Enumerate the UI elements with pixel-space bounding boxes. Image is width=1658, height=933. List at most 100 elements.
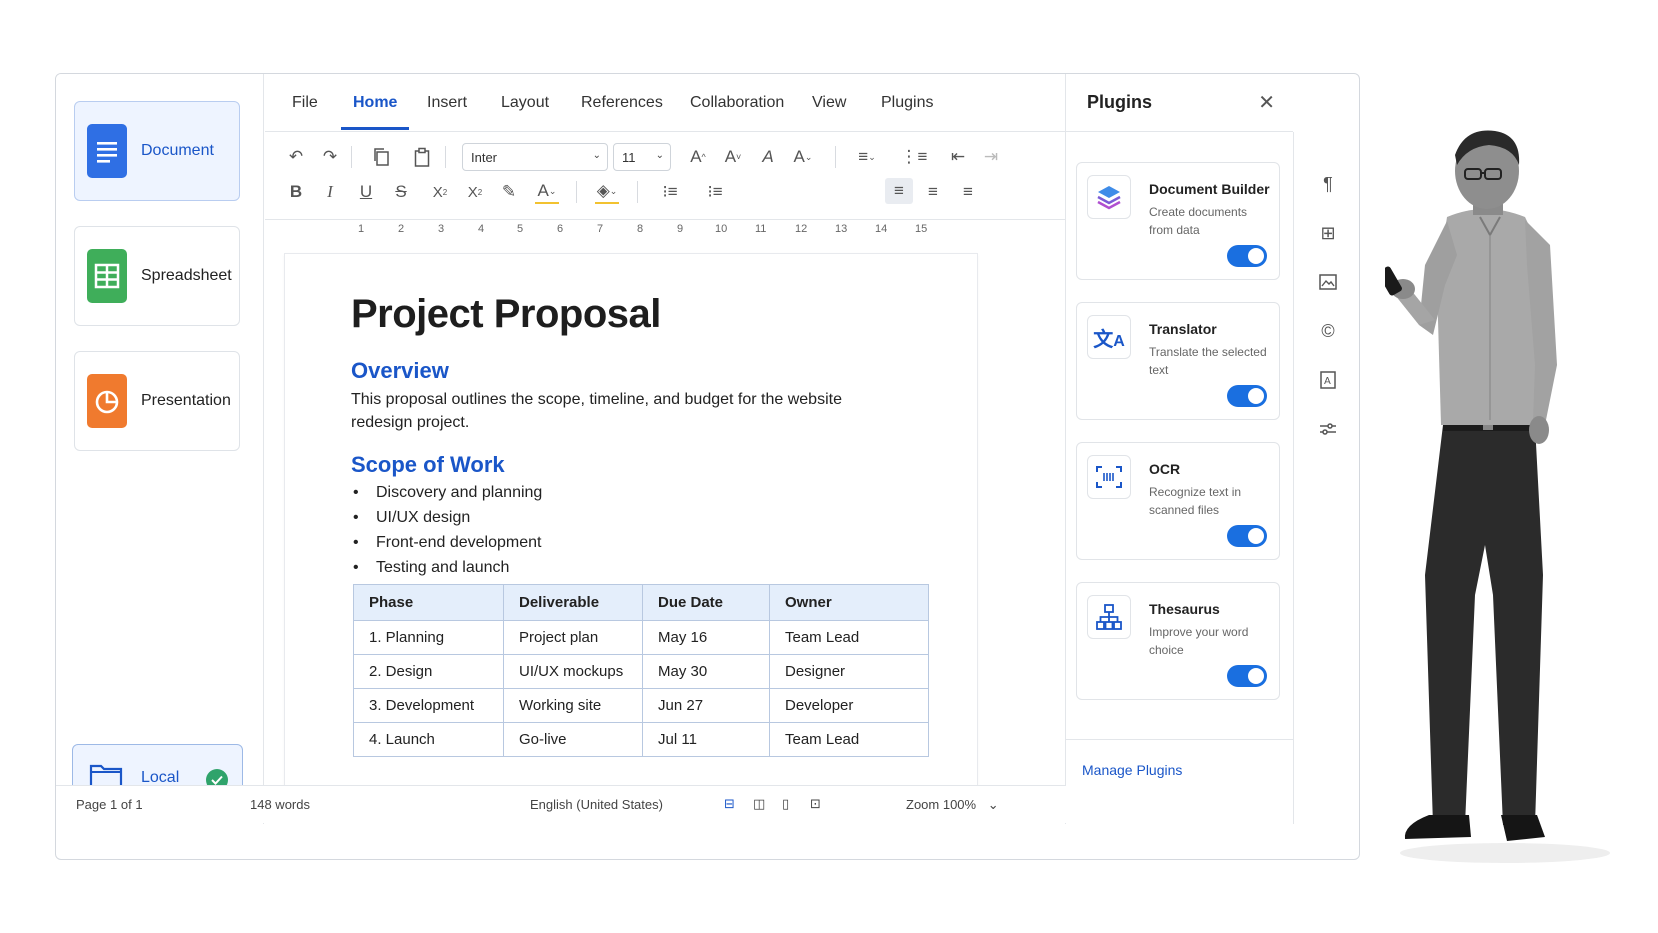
fit-width-icon[interactable]: ⊡ [810, 796, 821, 812]
plugin-toggle[interactable] [1227, 665, 1267, 687]
table-icon[interactable]: ⊞ [1316, 221, 1340, 245]
plugin-card-ocr: OCR Recognize text in scanned files [1076, 442, 1280, 560]
menu-view[interactable]: View [812, 94, 846, 112]
table-row: 4. Launch Go-live Jul 11 Team Lead [353, 722, 929, 757]
menu-layout[interactable]: Layout [501, 94, 549, 112]
table-header-cell: Deliverable [503, 584, 643, 621]
superscript-icon[interactable]: X2 [463, 180, 487, 204]
menu-plugins[interactable]: Plugins [881, 94, 933, 112]
italic-icon[interactable]: I [318, 180, 342, 204]
document-title: Project Proposal [351, 292, 661, 336]
language-indicator[interactable]: English (United States) [530, 797, 663, 812]
align-dropdown-icon[interactable]: ≡ ⌄ [855, 145, 879, 169]
menu-home[interactable]: Home [353, 94, 397, 112]
menu-references[interactable]: References [581, 94, 663, 112]
copyright-icon[interactable]: © [1316, 319, 1340, 343]
text-art-icon[interactable]: A [1316, 368, 1340, 392]
toolbar-divider [835, 146, 836, 168]
ruler-tick-label: 5 [517, 223, 524, 235]
table-cell: 2. Design [353, 654, 504, 689]
ruler-tick-label: 14 [875, 223, 888, 235]
numbered-list-icon[interactable]: ⋮≡ [901, 145, 928, 169]
redo-icon[interactable]: ↷ [318, 145, 342, 169]
table-cell: UI/UX mockups [503, 654, 643, 689]
table-cell: Developer [769, 688, 929, 723]
chevron-down-icon: ⌄ [655, 150, 664, 161]
table-cell: 4. Launch [353, 722, 504, 757]
multilevel-list-icon[interactable]: ⁝≡ [703, 180, 727, 204]
menu-insert[interactable]: Insert [427, 94, 467, 112]
paragraph-icon[interactable]: ¶ [1316, 172, 1340, 196]
document-page[interactable]: Project Proposal Overview This proposal … [285, 254, 977, 814]
highlight-pen-icon[interactable]: ✎ [497, 180, 521, 204]
bold-icon[interactable]: B [284, 180, 308, 204]
plugin-toggle[interactable] [1227, 525, 1267, 547]
settings-sliders-icon[interactable] [1316, 417, 1340, 441]
align-right-icon[interactable]: ≡ [956, 180, 980, 204]
ruler-tick-label: 1 [358, 223, 365, 235]
toolbar-divider [445, 146, 446, 168]
ruler-tick-label: 15 [915, 223, 928, 235]
undo-icon[interactable]: ↶ [284, 145, 308, 169]
font-family-select[interactable]: Inter ⌄ [462, 143, 608, 171]
increase-font-icon[interactable]: A ^ [686, 145, 710, 169]
strikethrough-icon[interactable]: S [389, 180, 413, 204]
menu-bar: File Home Insert Layout References Colla… [265, 74, 1065, 132]
table-row: 2. Design UI/UX mockups May 30 Designer [353, 654, 929, 689]
menu-collaboration[interactable]: Collaboration [690, 94, 784, 112]
horizontal-ruler[interactable]: 1 2 3 4 5 6 7 8 9 10 11 12 13 14 15 [285, 221, 975, 241]
launcher-spreadsheet[interactable]: Spreadsheet [74, 226, 240, 326]
plugin-card-document-builder: Document Builder Create documents from d… [1076, 162, 1280, 280]
page-view-icon[interactable]: ▯ [782, 796, 789, 812]
menu-file[interactable]: File [292, 94, 318, 112]
page-total: of 1 [120, 797, 143, 812]
chevron-down-icon: ⌄ [592, 150, 601, 161]
image-icon[interactable] [1316, 270, 1340, 294]
chevron-down-icon: ⌄ [987, 797, 999, 812]
font-size-select[interactable]: 11 ⌄ [613, 143, 671, 171]
view-mode-icon[interactable]: ⊟ [724, 796, 735, 812]
layers-icon [1087, 175, 1131, 219]
manage-plugins-link[interactable]: Manage Plugins [1082, 762, 1182, 778]
table-cell: Working site [503, 688, 643, 723]
decrease-font-icon[interactable]: A ˅ [721, 145, 745, 169]
ocr-scan-icon [1087, 455, 1131, 499]
plugin-toggle[interactable] [1227, 385, 1267, 407]
launcher-presentation[interactable]: Presentation [74, 351, 240, 451]
svg-text:A: A [1324, 376, 1331, 387]
text-case-icon[interactable]: A ⌄ [791, 145, 815, 169]
fill-color-icon[interactable]: ◈ ⌄ [595, 180, 619, 204]
ruler-tick-label: 7 [597, 223, 604, 235]
zoom-control[interactable]: Zoom 100% ⌄ [906, 797, 999, 813]
scope-list: Discovery and planning UI/UX design Fron… [351, 480, 542, 580]
page-indicator[interactable]: Page 1 of 1 [76, 797, 143, 812]
copy-icon[interactable] [369, 145, 393, 169]
align-center-icon[interactable]: ≡ [921, 180, 945, 204]
close-icon[interactable]: ✕ [1258, 90, 1275, 115]
right-icon-rail: ¶ ⊞ © A [1293, 132, 1359, 824]
bullet-list-icon[interactable]: ⁝≡ [658, 180, 682, 204]
phase-table: Phase Deliverable Due Date Owner 1. Plan… [353, 584, 929, 757]
launcher-document-label: Document [141, 142, 214, 159]
overview-heading: Overview [351, 358, 449, 383]
underline-icon[interactable]: U [354, 180, 378, 204]
hierarchy-icon [1087, 595, 1131, 639]
translate-icon: 文A [1087, 315, 1131, 359]
decrease-indent-icon[interactable]: ⇤ [946, 145, 970, 169]
plugin-toggle[interactable] [1227, 245, 1267, 267]
launcher-presentation-label: Presentation [141, 392, 231, 409]
table-cell: Project plan [503, 620, 643, 655]
launcher-document[interactable]: Document [74, 101, 240, 201]
clear-format-icon[interactable]: A [756, 145, 780, 169]
font-size-value: 11 [622, 149, 636, 165]
two-page-view-icon[interactable]: ◫ [753, 796, 765, 812]
increase-indent-icon[interactable]: ⇥ [979, 145, 1003, 169]
ruler-tick-label: 12 [795, 223, 808, 235]
editor-app-window: Document Spreadsheet Presentation Local [55, 73, 1360, 860]
subscript-icon[interactable]: X2 [428, 180, 452, 204]
paste-icon[interactable] [410, 145, 434, 169]
ruler-tick-label: 9 [677, 223, 684, 235]
font-color-icon[interactable]: A ⌄ [535, 180, 559, 204]
person-illustration [1378, 125, 1630, 865]
align-left-icon[interactable]: ≡ [885, 178, 913, 204]
